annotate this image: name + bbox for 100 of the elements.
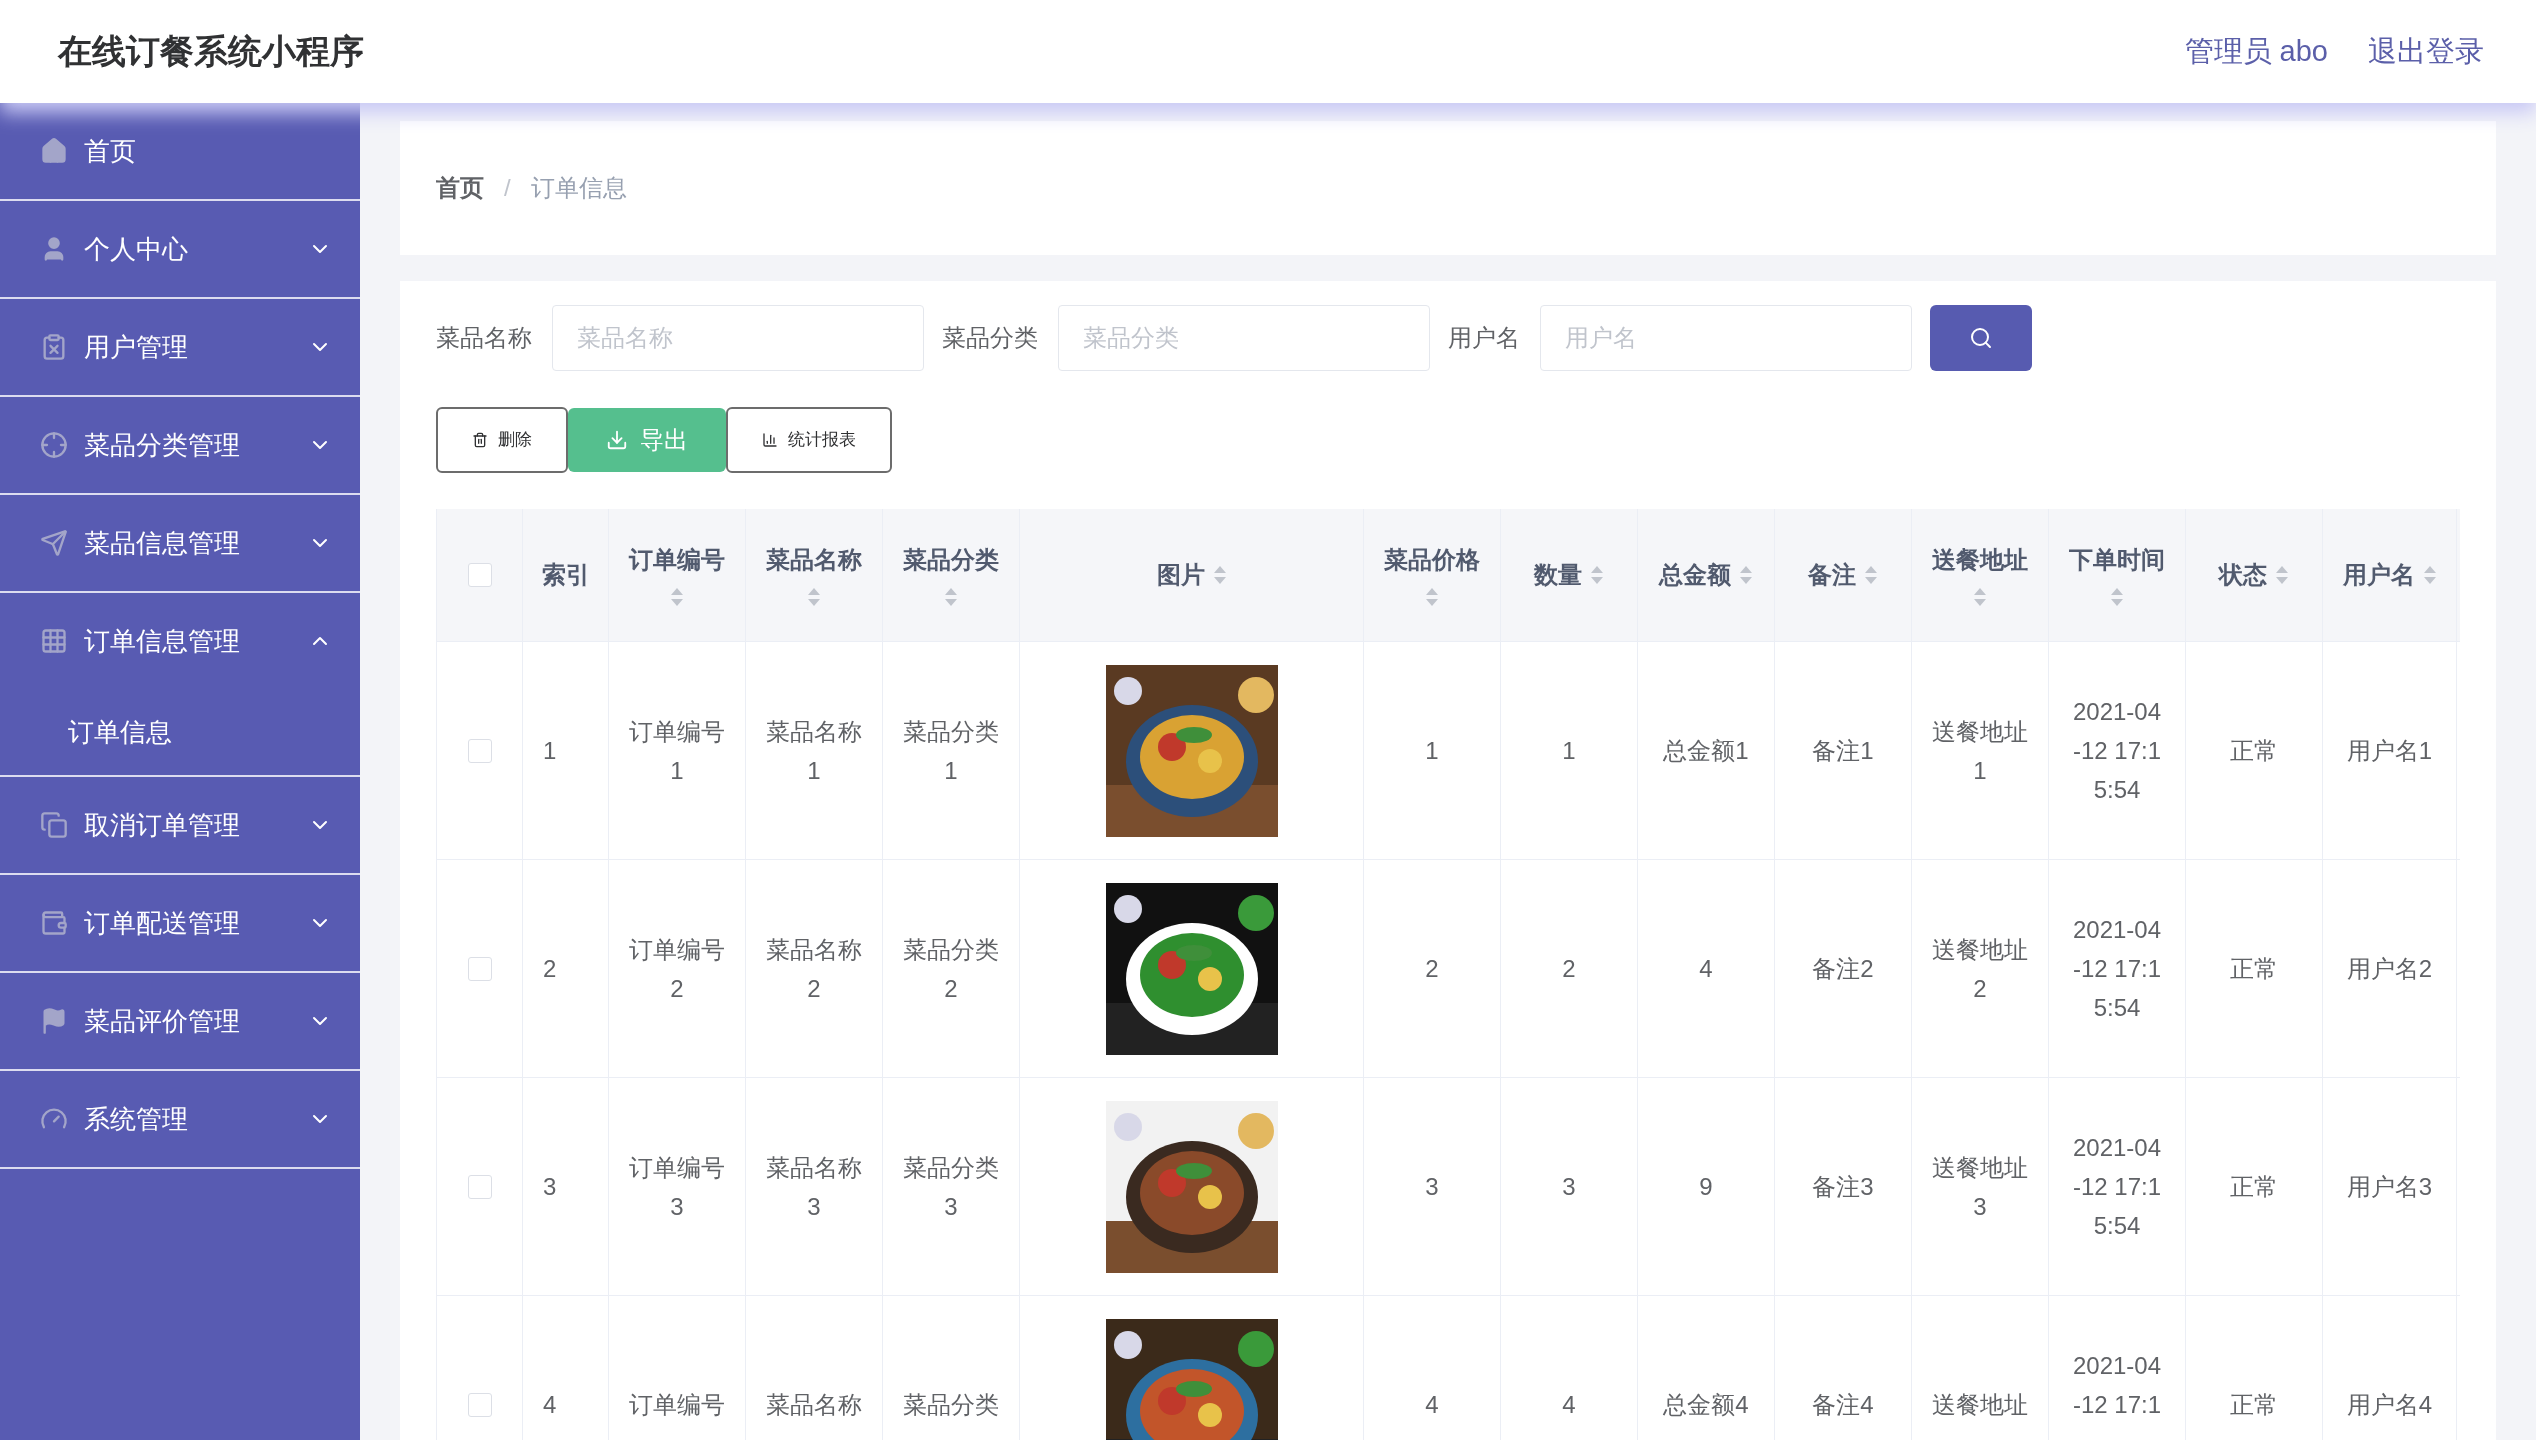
table-cell-text: 总金额4 <box>1662 1390 1750 1420</box>
table-cell-text: 菜品分类 <box>902 1390 1000 1420</box>
table-cell-text: 总金额1 <box>1662 736 1750 766</box>
table-cell-text: 用户名1 <box>2345 736 2434 766</box>
table-cell-text: 4 <box>1698 954 1714 984</box>
column-header: 备注 <box>1808 560 1856 590</box>
search-field[interactable]: 用户名 <box>1540 305 1912 371</box>
table-cell-text: 备注2 <box>1811 954 1875 984</box>
trash-icon <box>472 432 488 448</box>
checkbox[interactable] <box>467 563 492 587</box>
table-cell-text: 3 <box>1561 1172 1577 1202</box>
column-header: 索引 <box>541 560 590 590</box>
checkbox[interactable] <box>467 1174 492 1199</box>
table-cell-text: 菜品分类1 <box>902 716 1000 786</box>
sort-icon[interactable] <box>2275 564 2289 586</box>
table-cell-text: 备注4 <box>1811 1390 1875 1420</box>
sidebar-item[interactable]: 用户管理 <box>0 299 360 395</box>
search-field[interactable]: 菜品分类 <box>1058 305 1430 371</box>
sidebar-item[interactable]: 订单信息管理 <box>0 593 360 689</box>
table-cell-text: 2 <box>543 954 557 984</box>
table-cell-text: 2021-04 -12 17:1 5:54 <box>2072 915 2162 1023</box>
sort-icon[interactable] <box>1590 564 1604 586</box>
table-cell-text: 2021-04 -12 17:1 <box>2072 1351 2162 1420</box>
table-cell-text: 4 <box>543 1390 557 1420</box>
field-label: 菜品分类 <box>942 323 1038 353</box>
table-cell-text: 备注3 <box>1811 1172 1875 1202</box>
sort-icon[interactable] <box>2110 586 2124 608</box>
table-cell-text: 2 <box>1424 954 1440 984</box>
checkbox[interactable] <box>467 956 492 981</box>
table-cell-text: 4 <box>1424 1390 1440 1420</box>
search-button[interactable] <box>1930 305 2032 371</box>
table-cell-text: 菜品名称1 <box>765 716 863 786</box>
table-cell-text: 送餐地址2 <box>1931 934 2029 1004</box>
table-cell-text: 用户名4 <box>2345 1390 2434 1420</box>
wallet-icon <box>40 909 68 937</box>
sidebar-item[interactable]: 系统管理 <box>0 1071 360 1167</box>
table-cell-text: 菜品分类3 <box>902 1152 1000 1222</box>
field-label: 用户名 <box>1448 323 1520 353</box>
table-cell-text: 正常 <box>2229 954 2279 984</box>
breadcrumb-separator: / <box>504 173 511 203</box>
search-icon <box>1969 326 1993 350</box>
checkbox[interactable] <box>467 1392 492 1417</box>
table-cell-text: 菜品名称2 <box>765 934 863 1004</box>
submenu-item[interactable]: 订单信息 <box>0 689 360 775</box>
sidebar-item[interactable]: 取消订单管理 <box>0 777 360 873</box>
table-cell-text: 送餐地址1 <box>1931 716 2029 786</box>
sidebar-item[interactable]: 菜品分类管理 <box>0 397 360 493</box>
sidebar-item[interactable]: 个人中心 <box>0 201 360 297</box>
table-cell-text: 订单编号 <box>628 1390 726 1420</box>
table-cell-text: 用户名3 <box>2345 1172 2434 1202</box>
sort-icon[interactable] <box>807 586 821 608</box>
table-cell-text: 订单编号2 <box>628 934 726 1004</box>
sort-icon[interactable] <box>1864 564 1878 586</box>
report-button[interactable]: 统计报表 <box>726 407 892 473</box>
column-header: 用户名 <box>2342 560 2415 590</box>
table-cell-text: 正常 <box>2229 736 2279 766</box>
sidebar-item[interactable]: 菜品评价管理 <box>0 973 360 1069</box>
table-cell-text: 正常 <box>2229 1172 2279 1202</box>
table-cell-text: 菜品名称 <box>765 1390 863 1420</box>
grid-icon <box>40 627 68 655</box>
sort-icon[interactable] <box>944 586 958 608</box>
checkbox[interactable] <box>467 738 492 763</box>
sidebar-item[interactable]: 首页 <box>0 103 360 199</box>
admin-label[interactable]: 管理员 abo <box>2184 29 2328 74</box>
breadcrumb-link[interactable]: 首页 <box>436 170 484 206</box>
table-cell-text: 3 <box>1424 1172 1440 1202</box>
column-header: 下单时间 <box>2069 545 2165 575</box>
logout-link[interactable]: 退出登录 <box>2368 29 2484 74</box>
copy-icon <box>40 811 68 839</box>
table-cell-text: 订单编号3 <box>628 1152 726 1222</box>
table-cell-text: 2021-04 -12 17:1 5:54 <box>2072 697 2162 805</box>
sidebar-item[interactable]: 菜品信息管理 <box>0 495 360 591</box>
search-field[interactable]: 菜品名称 <box>552 305 924 371</box>
sort-icon[interactable] <box>670 586 684 608</box>
paper-plane-icon <box>40 529 68 557</box>
table-cell-text: 3 <box>543 1172 557 1202</box>
table-cell-text: 1 <box>1424 736 1440 766</box>
sort-icon[interactable] <box>1973 586 1987 608</box>
column-header: 送餐地址 <box>1932 545 2028 575</box>
table-cell-text: 2 <box>1561 954 1577 984</box>
sidebar-item[interactable]: 订单配送管理 <box>0 875 360 971</box>
sort-icon[interactable] <box>1739 564 1753 586</box>
sort-icon[interactable] <box>2422 564 2437 586</box>
column-header: 总金额 <box>1659 560 1731 590</box>
table-cell-text: 菜品分类2 <box>902 934 1000 1004</box>
table-cell-text: 1 <box>1561 736 1577 766</box>
table-cell-text: 用户名2 <box>2345 954 2434 984</box>
bar-chart-icon <box>762 432 778 448</box>
table-cell-text: 9 <box>1698 1172 1714 1202</box>
table-cell-text: 2021-04 -12 17:1 5:54 <box>2072 1133 2162 1241</box>
app-title: 在线订餐系统小程序 <box>58 31 364 72</box>
sort-icon[interactable] <box>1425 586 1439 608</box>
delete-button[interactable]: 删除 <box>436 407 568 473</box>
column-header: 菜品分类 <box>903 545 999 575</box>
table-cell-text: 订单编号1 <box>628 716 726 786</box>
table-cell-text: 送餐地址3 <box>1931 1152 2029 1222</box>
table-cell-text: 送餐地址 <box>1931 1390 2029 1420</box>
column-header: 菜品价格 <box>1384 545 1480 575</box>
table-cell-text: 备注1 <box>1811 736 1875 766</box>
sort-icon[interactable] <box>1212 564 1227 586</box>
